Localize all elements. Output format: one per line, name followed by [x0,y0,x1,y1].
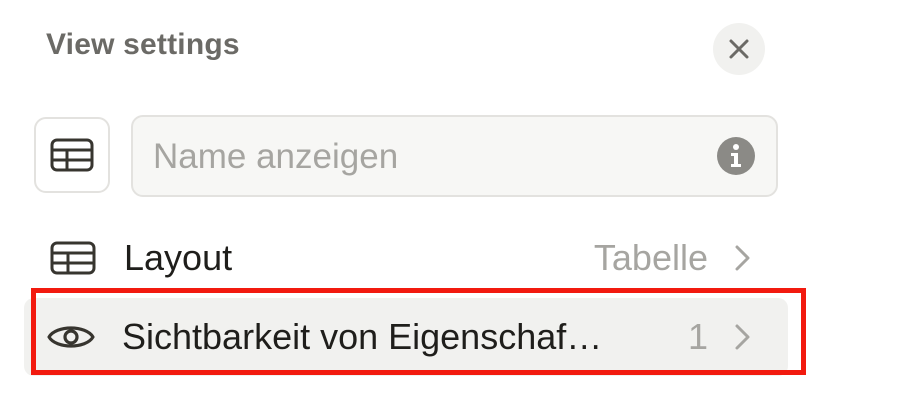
chevron-right-icon [735,324,750,350]
property-visibility-label: Sichtbarkeit von Eigenschaf… [122,316,603,357]
close-icon [729,39,749,59]
layout-label: Layout [124,237,233,278]
property-visibility-count: 1 [687,316,708,357]
table-icon [50,138,94,172]
eye-icon [47,326,95,348]
view-name-input[interactable] [151,117,715,197]
layout-row[interactable]: Layout Tabelle [34,219,788,297]
chevron-right-icon [735,245,750,271]
info-icon[interactable] [716,136,756,176]
view-icon-button[interactable] [34,117,110,193]
property-visibility-row[interactable]: Sichtbarkeit von Eigenschaf… 1 [24,298,788,376]
close-button[interactable] [713,23,765,75]
view-settings-panel: View settings Layout [0,0,900,400]
panel-title: View settings [46,28,240,61]
view-name-field [131,115,778,197]
layout-value: Tabelle [593,237,708,278]
table-icon [50,241,96,275]
